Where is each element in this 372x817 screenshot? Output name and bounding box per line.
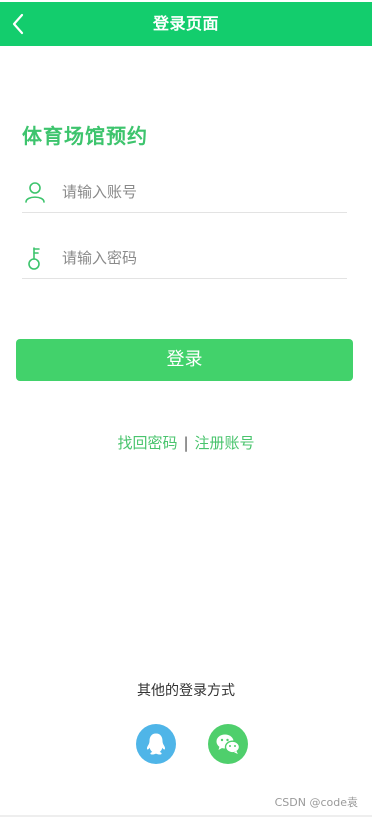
other-login-label: 其他的登录方式 [137, 683, 235, 699]
forgot-password-link[interactable]: 找回密码 [117, 434, 177, 452]
link-separator: | [183, 434, 189, 452]
account-links: 找回密码 | 注册账号 [0, 432, 372, 453]
user-icon [25, 182, 45, 203]
wechat-login-button[interactable] [208, 724, 248, 764]
password-input[interactable] [62, 244, 342, 272]
username-field [22, 172, 347, 213]
watermark: CSDN @code袁 [274, 796, 358, 809]
app-title: 体育场馆预约 [22, 124, 148, 148]
login-page: 登录页面 体育场馆预约 登录 找回密码 | 注册账号 其他的登录方式 [0, 0, 372, 817]
header-bar: 登录页面 [0, 2, 372, 46]
qq-icon [146, 733, 166, 755]
page-title: 登录页面 [152, 14, 219, 33]
key-icon [28, 247, 40, 270]
qq-login-button[interactable] [136, 724, 176, 764]
password-field [22, 238, 347, 279]
username-input[interactable] [62, 178, 342, 206]
register-link[interactable]: 注册账号 [195, 434, 255, 452]
wechat-icon [216, 734, 241, 754]
login-button[interactable]: 登录 [16, 339, 353, 381]
